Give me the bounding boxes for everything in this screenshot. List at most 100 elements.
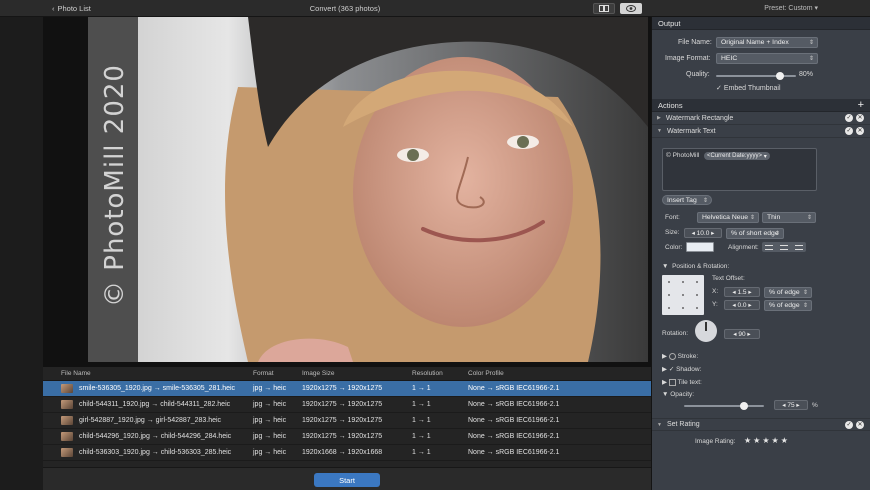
title-bar: ‹ Photo List Convert (363 photos) Preset…: [0, 0, 870, 17]
size-stepper[interactable]: ◂ 10.0 ▸: [684, 228, 722, 238]
column-resolution[interactable]: Resolution: [412, 370, 468, 377]
rotation-dial[interactable]: [695, 320, 717, 342]
enable-checkbox[interactable]: ✓: [845, 420, 853, 429]
compare-view-button[interactable]: [593, 3, 615, 14]
table-row[interactable]: child-544311_1920.jpg → child-544311_282…: [43, 397, 651, 413]
offset-y-unit-select[interactable]: % of edge: [764, 300, 812, 311]
table-row[interactable]: girl-542887_1920.jpg → girl-542887_283.h…: [43, 413, 651, 429]
enable-checkbox[interactable]: ✓: [845, 127, 853, 135]
align-right-icon[interactable]: [794, 244, 803, 250]
font-weight-select[interactable]: Thin: [762, 212, 816, 223]
offset-x-label: X:: [712, 288, 719, 295]
actions-header: Actions +: [652, 99, 870, 112]
bottom-bar: Start: [43, 467, 651, 490]
remove-icon[interactable]: ✕: [856, 127, 864, 135]
preview-toggle-button[interactable]: [620, 3, 642, 14]
remove-icon[interactable]: ✕: [856, 114, 864, 122]
offset-x-stepper[interactable]: ◂ 1.5 ▸: [724, 287, 760, 297]
opacity-stepper[interactable]: ◂ 75 ▸: [774, 400, 808, 410]
column-color-profile[interactable]: Color Profile: [468, 370, 648, 377]
opacity-unit: %: [812, 402, 818, 409]
quality-slider-knob[interactable]: [776, 72, 784, 80]
file-name-label: File Name:: [678, 39, 712, 46]
align-center-icon[interactable]: [779, 244, 788, 250]
rotation-label: Rotation:: [662, 330, 689, 337]
rotation-stepper[interactable]: ◂ 90 ▸: [724, 329, 760, 339]
column-file-name[interactable]: File Name: [43, 370, 253, 377]
embed-thumbnail-checkbox[interactable]: ✓ Embed Thumbnail: [716, 84, 781, 92]
image-format-select[interactable]: HEIC: [716, 53, 818, 64]
stroke-checkbox[interactable]: [668, 352, 676, 360]
photo-table: File Name Format Image Size Resolution C…: [43, 367, 651, 467]
column-format[interactable]: Format: [253, 370, 302, 377]
opacity-slider-knob[interactable]: [740, 402, 748, 410]
position-rotation-label[interactable]: ▼ Position & Rotation:: [662, 263, 729, 270]
action-watermark-rectangle[interactable]: ▶ Watermark Rectangle ✓ ✕: [652, 112, 870, 125]
left-strip: [0, 17, 43, 490]
text-prefix: © PhotoMill: [666, 152, 700, 159]
window-title: Convert (363 photos): [309, 4, 381, 13]
image-preview: © PhotoMill 2020: [43, 17, 651, 367]
quality-slider[interactable]: [716, 72, 796, 80]
eye-icon: [626, 5, 636, 12]
font-label: Font:: [665, 214, 680, 221]
opacity-row[interactable]: ▼ Opacity:: [662, 391, 694, 398]
photo-thumbnail: [61, 432, 73, 441]
quality-value: 80%: [799, 71, 814, 78]
tile-text-checkbox[interactable]: [668, 378, 676, 386]
text-offset-label: Text Offset:: [712, 275, 745, 282]
size-unit-select[interactable]: % of short edge: [726, 228, 784, 239]
quality-label: Quality:: [686, 71, 710, 78]
color-well[interactable]: [686, 242, 714, 252]
offset-y-stepper[interactable]: ◂ 0.0 ▸: [724, 300, 760, 310]
size-label: Size:: [665, 229, 680, 236]
checkmark-icon: ✓: [716, 85, 722, 92]
photo-thumbnail: [61, 448, 73, 457]
tile-text-row[interactable]: ▶ Tile text:: [662, 378, 702, 386]
settings-panel: Output File Name: Original Name + Index …: [651, 17, 870, 490]
watermark-text: © PhotoMill 2020: [100, 64, 130, 307]
photo-thumbnail: [61, 416, 73, 425]
offset-y-label: Y:: [712, 301, 718, 308]
photo-thumbnail: [61, 384, 73, 393]
table-header: File Name Format Image Size Resolution C…: [43, 367, 651, 381]
column-image-size[interactable]: Image Size: [302, 370, 412, 377]
insert-tag-button[interactable]: Insert Tag: [662, 195, 712, 205]
table-row[interactable]: child-544296_1920.jpg → child-544296_284…: [43, 429, 651, 445]
font-select[interactable]: Helvetica Neue: [697, 212, 759, 223]
image-format-label: Image Format:: [665, 55, 711, 62]
stroke-row[interactable]: ▶ Stroke:: [662, 352, 698, 360]
disclosure-right-icon[interactable]: ▶: [657, 115, 661, 121]
star-rating[interactable]: ★★★★★: [744, 436, 790, 445]
plus-icon[interactable]: +: [858, 99, 864, 111]
disclosure-down-icon[interactable]: ▼: [657, 422, 662, 428]
watermark-text-editor[interactable]: © PhotoMill <Current Date:yyyy> ▾: [662, 148, 817, 191]
table-row[interactable]: smile-536305_1920.jpg → smile-536305_281…: [43, 381, 651, 397]
output-header: Output: [652, 17, 870, 30]
file-name-select[interactable]: Original Name + Index: [716, 37, 818, 48]
date-token[interactable]: <Current Date:yyyy> ▾: [704, 152, 770, 160]
start-button[interactable]: Start: [314, 473, 380, 487]
alignment-label: Alignment:: [728, 244, 759, 251]
disclosure-down-icon: ▼: [662, 263, 669, 270]
table-row[interactable]: child-536303_1920.jpg → child-536303_285…: [43, 445, 651, 461]
action-set-rating[interactable]: ▼ Set Rating ✓ ✕: [652, 418, 870, 431]
shadow-row[interactable]: ▶ ✓ Shadow:: [662, 365, 701, 373]
offset-x-unit-select[interactable]: % of edge: [764, 287, 812, 298]
split-view-icon: [599, 5, 609, 12]
enable-checkbox[interactable]: ✓: [845, 114, 853, 122]
remove-icon[interactable]: ✕: [856, 420, 864, 429]
photo-thumbnail: [61, 400, 73, 409]
actions-section: Actions + ▶ Watermark Rectangle ✓ ✕ ▼ Waterm…: [652, 99, 870, 138]
checkmark-icon[interactable]: ✓: [669, 366, 674, 373]
color-label: Color:: [665, 244, 683, 251]
anchor-grid[interactable]: [662, 275, 704, 315]
alignment-control[interactable]: [762, 242, 806, 252]
align-left-icon[interactable]: [765, 244, 774, 250]
disclosure-down-icon[interactable]: ▼: [657, 128, 662, 134]
action-watermark-text[interactable]: ▼ Watermark Text ✓ ✕: [652, 125, 870, 138]
preview-photo: © PhotoMill 2020: [88, 17, 648, 362]
preset-dropdown[interactable]: Preset: Custom ▾: [764, 4, 818, 12]
opacity-slider[interactable]: [684, 402, 764, 410]
image-rating-label: Image Rating:: [695, 438, 736, 445]
